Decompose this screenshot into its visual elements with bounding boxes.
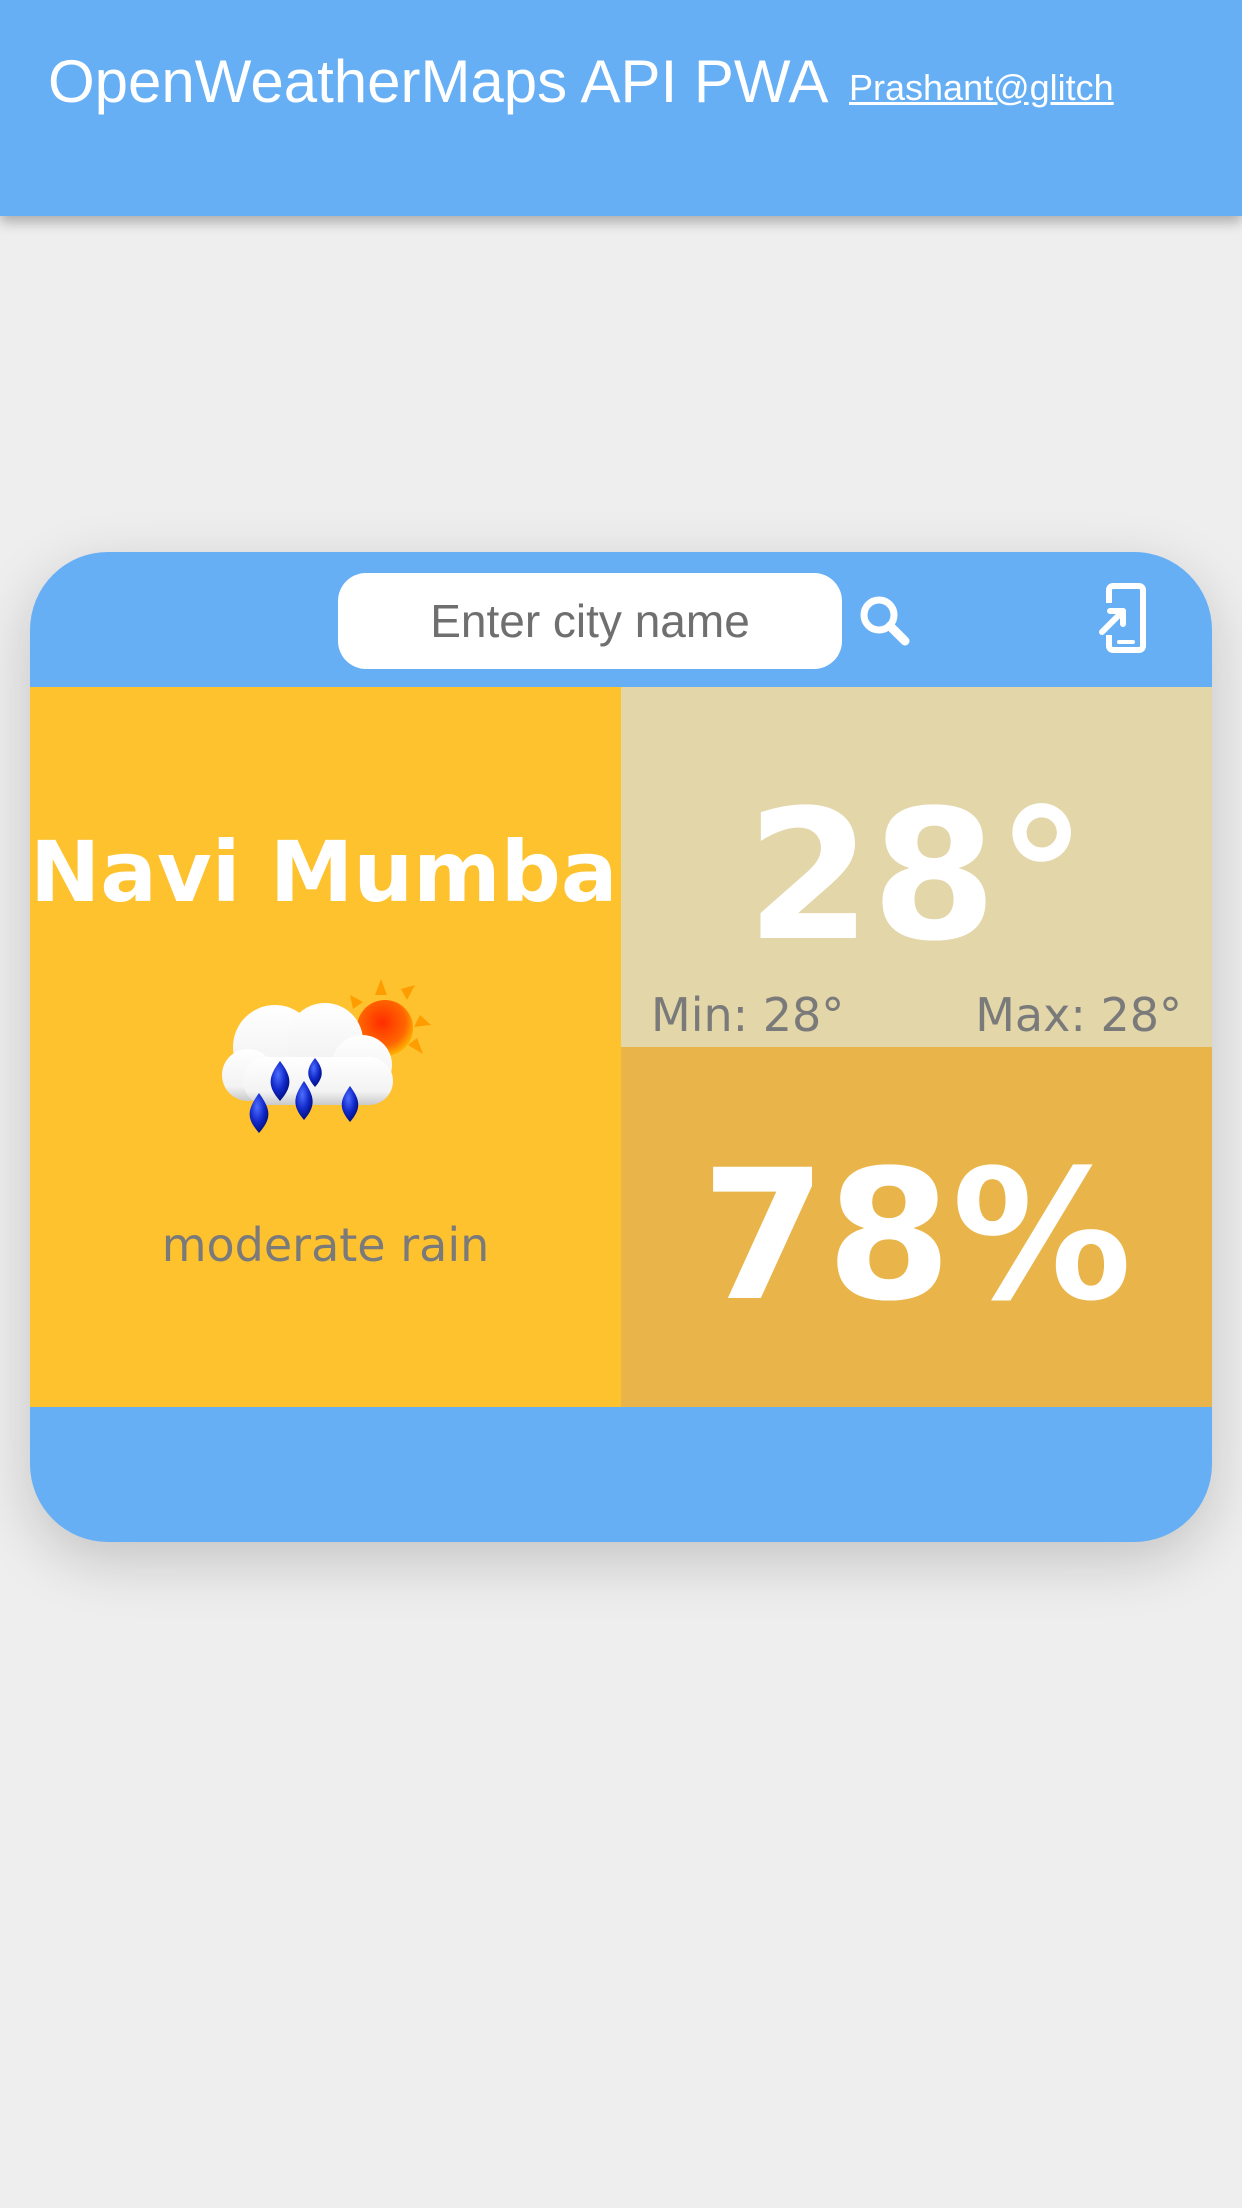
min-temperature: Min: 28°	[651, 988, 845, 1042]
location-panel: Navi Mumbai moderate rain	[30, 687, 647, 1407]
app-title: OpenWeatherMaps API PWA	[48, 48, 829, 115]
humidity-value: 78%	[701, 1132, 1132, 1341]
search-button[interactable]	[850, 586, 922, 658]
city-name: Navi Mumbai	[30, 823, 647, 921]
weather-condition-icon	[222, 979, 431, 1133]
rain-cloud-with-sun-icon	[205, 967, 445, 1147]
current-temperature: 28°	[746, 772, 1087, 981]
city-search-input[interactable]	[338, 573, 842, 669]
temperature-panel: 28° Min: 28° Max: 28°	[621, 687, 1212, 1047]
humidity-panel: 78%	[621, 1047, 1212, 1407]
add-to-home-screen-icon	[1099, 583, 1146, 653]
weather-description: moderate rain	[161, 1218, 490, 1272]
add-to-home-screen-button[interactable]	[1085, 580, 1165, 660]
app-header: OpenWeatherMaps API PWA Prashant@glitch	[0, 0, 1242, 216]
search-icon	[860, 596, 910, 646]
weather-card: Navi Mumbai	[30, 552, 1212, 1542]
author-link[interactable]: Prashant@glitch	[849, 66, 1114, 110]
max-temperature: Max: 28°	[975, 988, 1182, 1042]
